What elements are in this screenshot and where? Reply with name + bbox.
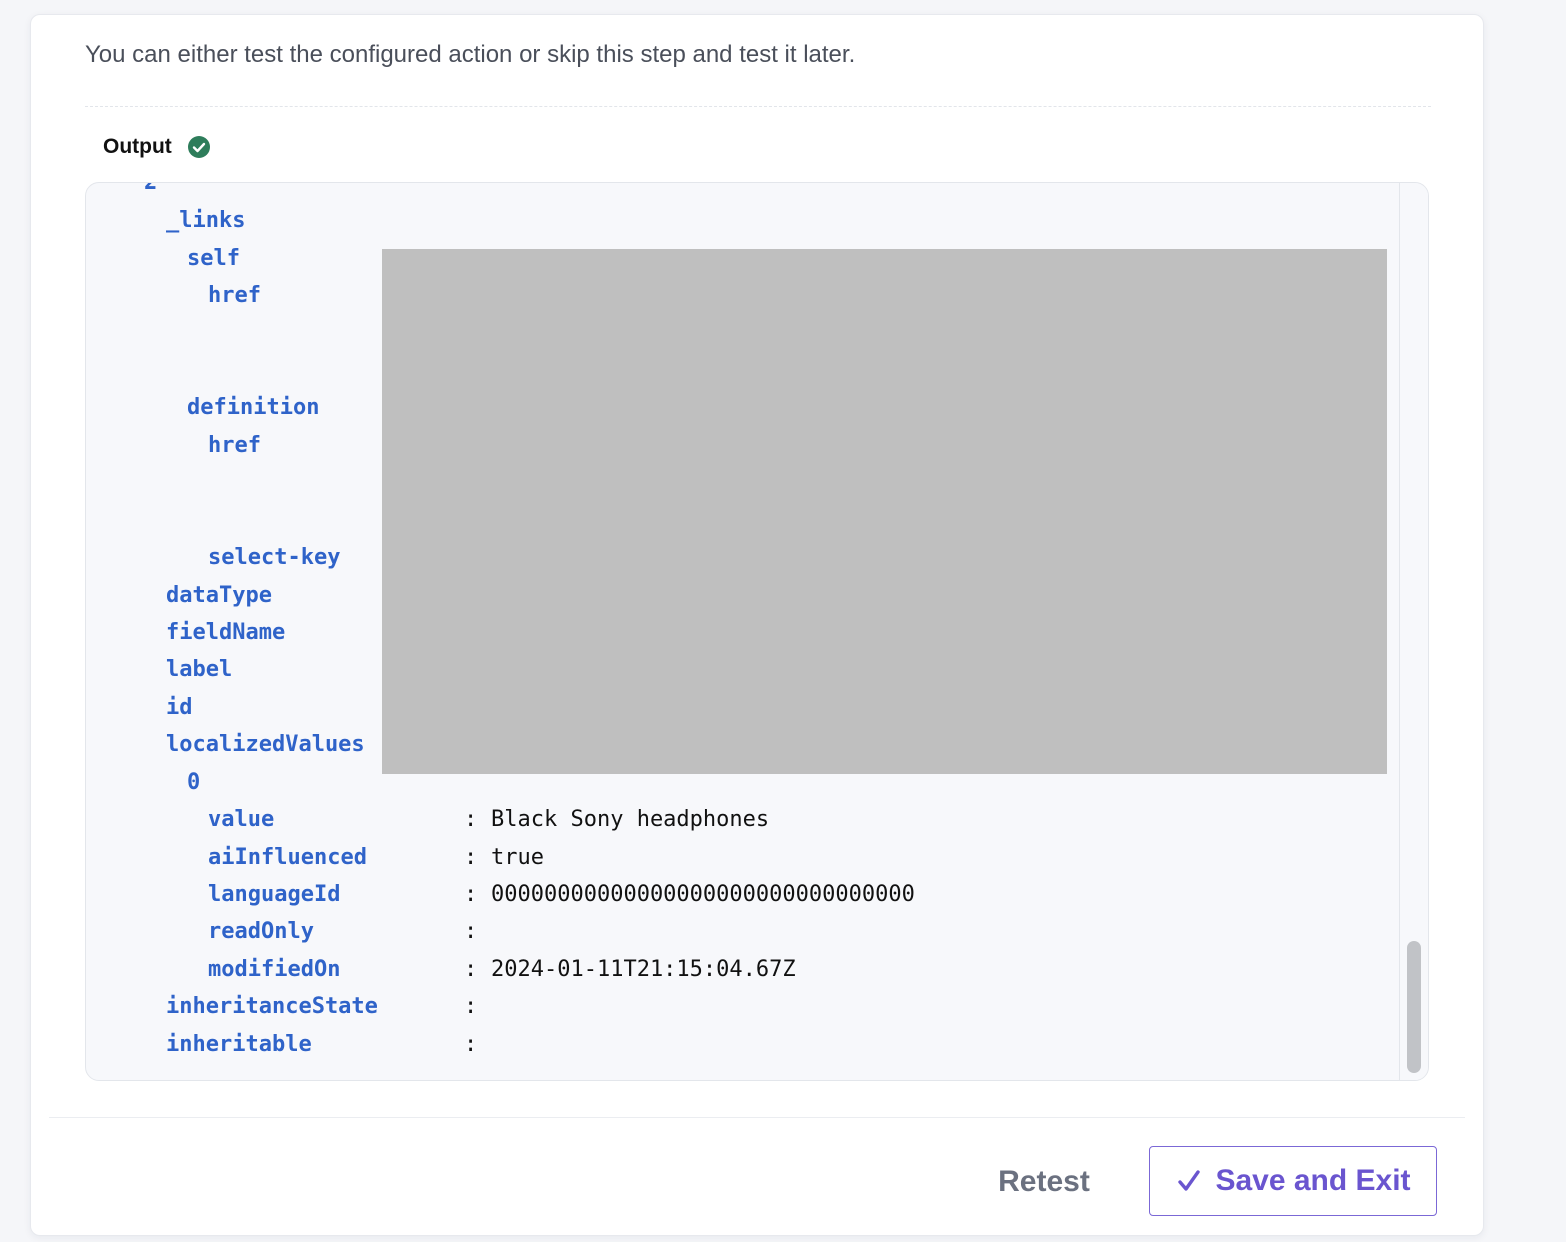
code-key: value [208, 807, 275, 832]
scrollbar-track[interactable] [1399, 183, 1428, 1080]
code-key: 2 [144, 182, 158, 195]
code-line: select-key [208, 544, 340, 572]
test-step-card: You can either test the configured actio… [30, 14, 1484, 1236]
output-panel[interactable]: 2 _links self href definition href selec… [85, 182, 1429, 1081]
code-line: _links [166, 207, 245, 235]
code-key: dataType [166, 583, 272, 608]
code-colon: : [464, 845, 478, 870]
scrollbar-thumb[interactable] [1407, 941, 1421, 1073]
output-header: Output [103, 135, 210, 159]
code-key: href [208, 283, 261, 308]
code-key: fieldName [166, 620, 286, 645]
code-key: id [166, 695, 193, 720]
code-line: definition [187, 394, 319, 422]
code-line: label [166, 656, 232, 684]
code-colon: : [464, 882, 478, 907]
retest-button[interactable]: Retest [983, 1147, 1105, 1217]
code-line: href [208, 282, 261, 310]
code-key: 0 [187, 770, 201, 795]
code-value: true [491, 845, 544, 870]
code-value: Black Sony headphones [491, 807, 770, 832]
code-value: 00000000000000000000000000000000 [491, 882, 915, 907]
checkmark-icon [1178, 1170, 1201, 1191]
code-key: aiInfluenced [208, 845, 367, 870]
code-key: readOnly [208, 919, 314, 944]
code-key: inheritanceState [166, 994, 378, 1019]
code-colon: : [464, 1032, 478, 1057]
code-key: modifiedOn [208, 957, 341, 982]
code-colon: : [464, 919, 478, 944]
save-and-exit-label: Save and Exit [1215, 1164, 1411, 1197]
code-key: href [208, 433, 261, 458]
divider [85, 106, 1431, 107]
code-line: id [166, 694, 193, 722]
code-key: label [166, 657, 233, 682]
code-colon: : [464, 994, 478, 1019]
redacted-area [382, 249, 1387, 774]
code-line: dataType [166, 582, 272, 610]
output-label: Output [103, 135, 172, 158]
code-line: localizedValues [166, 731, 365, 759]
footer-divider [49, 1117, 1465, 1118]
code-key: _links [166, 208, 246, 233]
code-line: self [187, 245, 240, 273]
intro-text: You can either test the configured actio… [85, 41, 856, 68]
code-key: inheritable [166, 1032, 312, 1057]
code-line: href [208, 432, 261, 460]
code-colon: : [464, 807, 478, 832]
check-circle-icon [187, 136, 210, 158]
code-key: self [187, 246, 240, 271]
code-key: localizedValues [166, 732, 365, 757]
code-line: 0 [187, 769, 200, 797]
code-key: definition [187, 395, 320, 420]
save-and-exit-button[interactable]: Save and Exit [1149, 1146, 1437, 1216]
code-colon: : [464, 957, 478, 982]
code-value: 2024-01-11T21:15:04.67Z [491, 957, 796, 982]
code-key: languageId [208, 882, 341, 907]
code-line: fieldName [166, 619, 285, 647]
code-key: select-key [208, 545, 341, 570]
